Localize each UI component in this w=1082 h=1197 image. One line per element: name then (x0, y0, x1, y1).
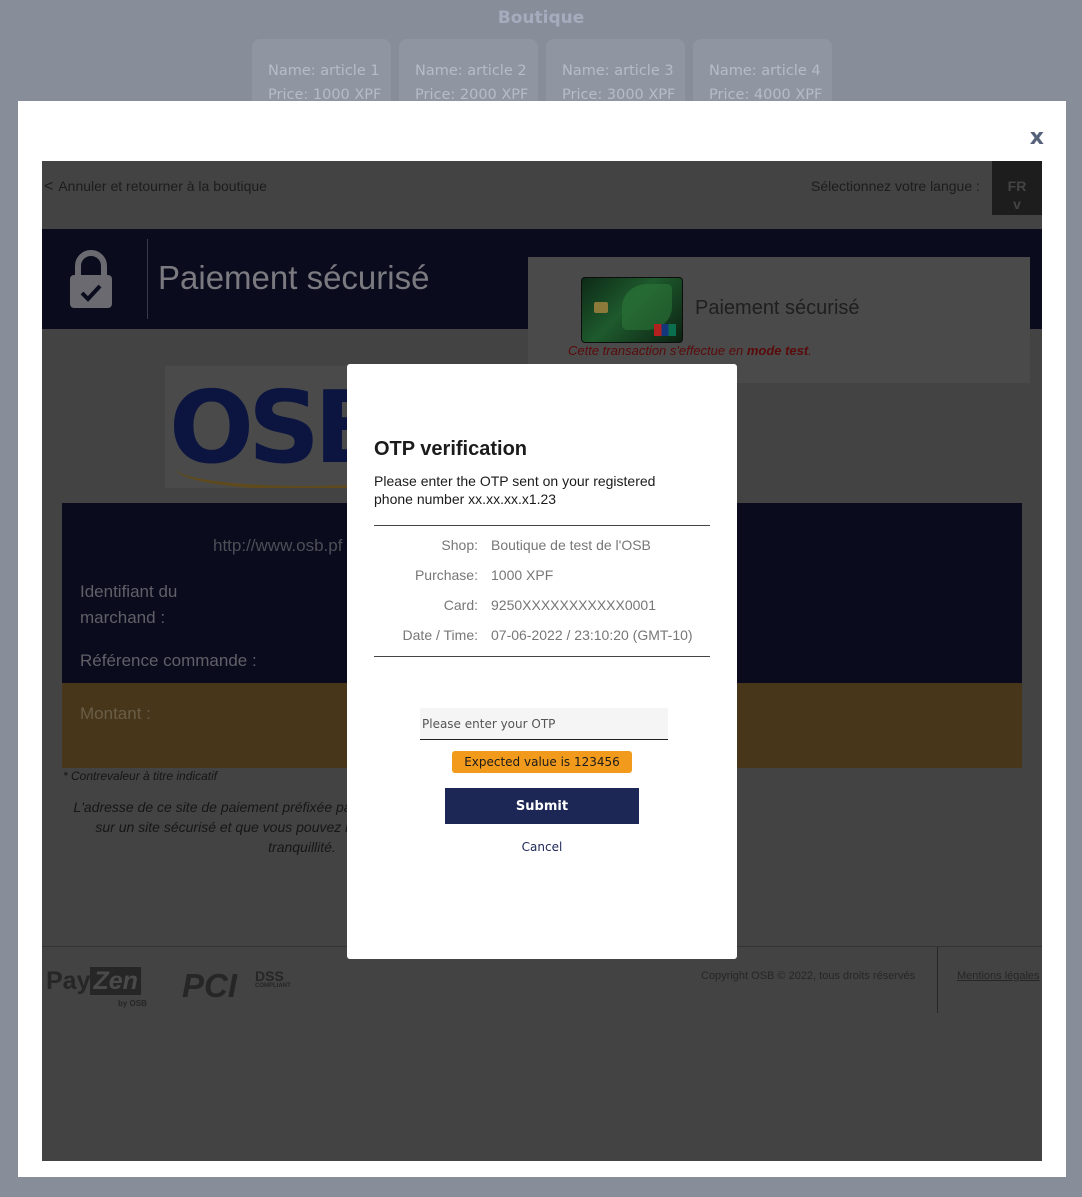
test-note-prefix: Cette transaction s'effectue en (568, 343, 747, 358)
chevron-down-icon: v (1013, 196, 1021, 212)
shop-title: Boutique (497, 8, 585, 28)
detail-label: Shop: (441, 537, 478, 553)
footer-vertical-divider (937, 947, 938, 1013)
contre-valeur-note: * Contrevaleur à titre indicatif (63, 769, 218, 783)
dss-logo: DSS COMPLIANT (255, 969, 291, 990)
unionpay-icon (654, 324, 676, 336)
test-mode-note: Cette transaction s'effectue en mode tes… (568, 343, 812, 358)
order-ref-label: Référence commande : (80, 651, 257, 670)
back-to-shop-link[interactable]: < Annuler et retourner à la boutique (44, 178, 267, 196)
test-note-bold: mode test (746, 343, 809, 358)
merchant-id-label: Identifiant du marchand : (80, 582, 178, 627)
detail-value: 07-06-2022 / 23:10:20 (GMT-10) (491, 627, 693, 643)
article-name: Name: article 2 (415, 63, 527, 79)
otp-input[interactable] (420, 708, 668, 740)
detail-row-datetime: Date / Time: 07-06-2022 / 23:10:20 (GMT-… (374, 620, 710, 650)
payzen-pay: Pay (46, 967, 91, 995)
submit-button[interactable]: Submit (445, 788, 639, 824)
detail-value: 1000 XPF (491, 567, 554, 583)
merchant-url: http://www.osb.pf (213, 536, 343, 555)
detail-label: Purchase: (414, 567, 478, 583)
article-name: Name: article 3 (562, 63, 674, 79)
otp-dialog: OTP verification Please enter the OTP se… (347, 364, 737, 959)
lock-icon (70, 250, 112, 308)
detail-label: Date / Time: (402, 627, 478, 643)
chevron-left-icon: < (44, 178, 54, 195)
cancel-link[interactable]: Cancel (347, 840, 737, 854)
article-name: Name: article 1 (268, 63, 380, 79)
article-name: Name: article 4 (709, 63, 821, 79)
card-image (581, 277, 683, 343)
detail-row-card: Card: 9250XXXXXXXXXXX0001 (374, 590, 710, 620)
amount-label: Montant : (80, 704, 151, 723)
language-label: Sélectionnez votre langue : (811, 178, 980, 194)
pci-logo: PCI (182, 967, 238, 1004)
detail-row-shop: Shop: Boutique de test de l'OSB (374, 530, 710, 560)
detail-row-purchase: Purchase: 1000 XPF (374, 560, 710, 590)
payzen-zen: Zen (90, 967, 141, 995)
otp-description: Please enter the OTP sent on your regist… (374, 473, 656, 507)
detail-label: Card: (443, 597, 478, 613)
legal-notice-link[interactable]: Mentions légales (957, 970, 1040, 982)
otp-title: OTP verification (374, 438, 528, 460)
transaction-details: Shop: Boutique de test de l'OSB Purchase… (374, 525, 710, 657)
card-chip-icon (594, 302, 608, 313)
expected-value-hint: Expected value is 123456 (452, 751, 632, 773)
detail-value: Boutique de test de l'OSB (491, 537, 651, 553)
language-value: FR (1007, 178, 1027, 194)
close-modal-button[interactable]: x (1030, 125, 1044, 150)
dss-sub: COMPLIANT (255, 983, 291, 989)
payzen-by: by OSB (118, 999, 147, 1008)
copyright: Copyright OSB © 2022, tous droits réserv… (701, 970, 916, 982)
banner-title: Paiement sécurisé (158, 259, 430, 296)
back-link-label: Annuler et retourner à la boutique (58, 178, 267, 194)
banner-divider (147, 239, 148, 319)
language-select[interactable]: FR v (992, 161, 1042, 215)
card-panel-title: Paiement sécurisé (695, 297, 860, 319)
test-note-suffix: . (808, 343, 812, 358)
detail-value: 9250XXXXXXXXXXX0001 (491, 597, 657, 613)
payzen-logo: Pay Zen (46, 967, 141, 996)
